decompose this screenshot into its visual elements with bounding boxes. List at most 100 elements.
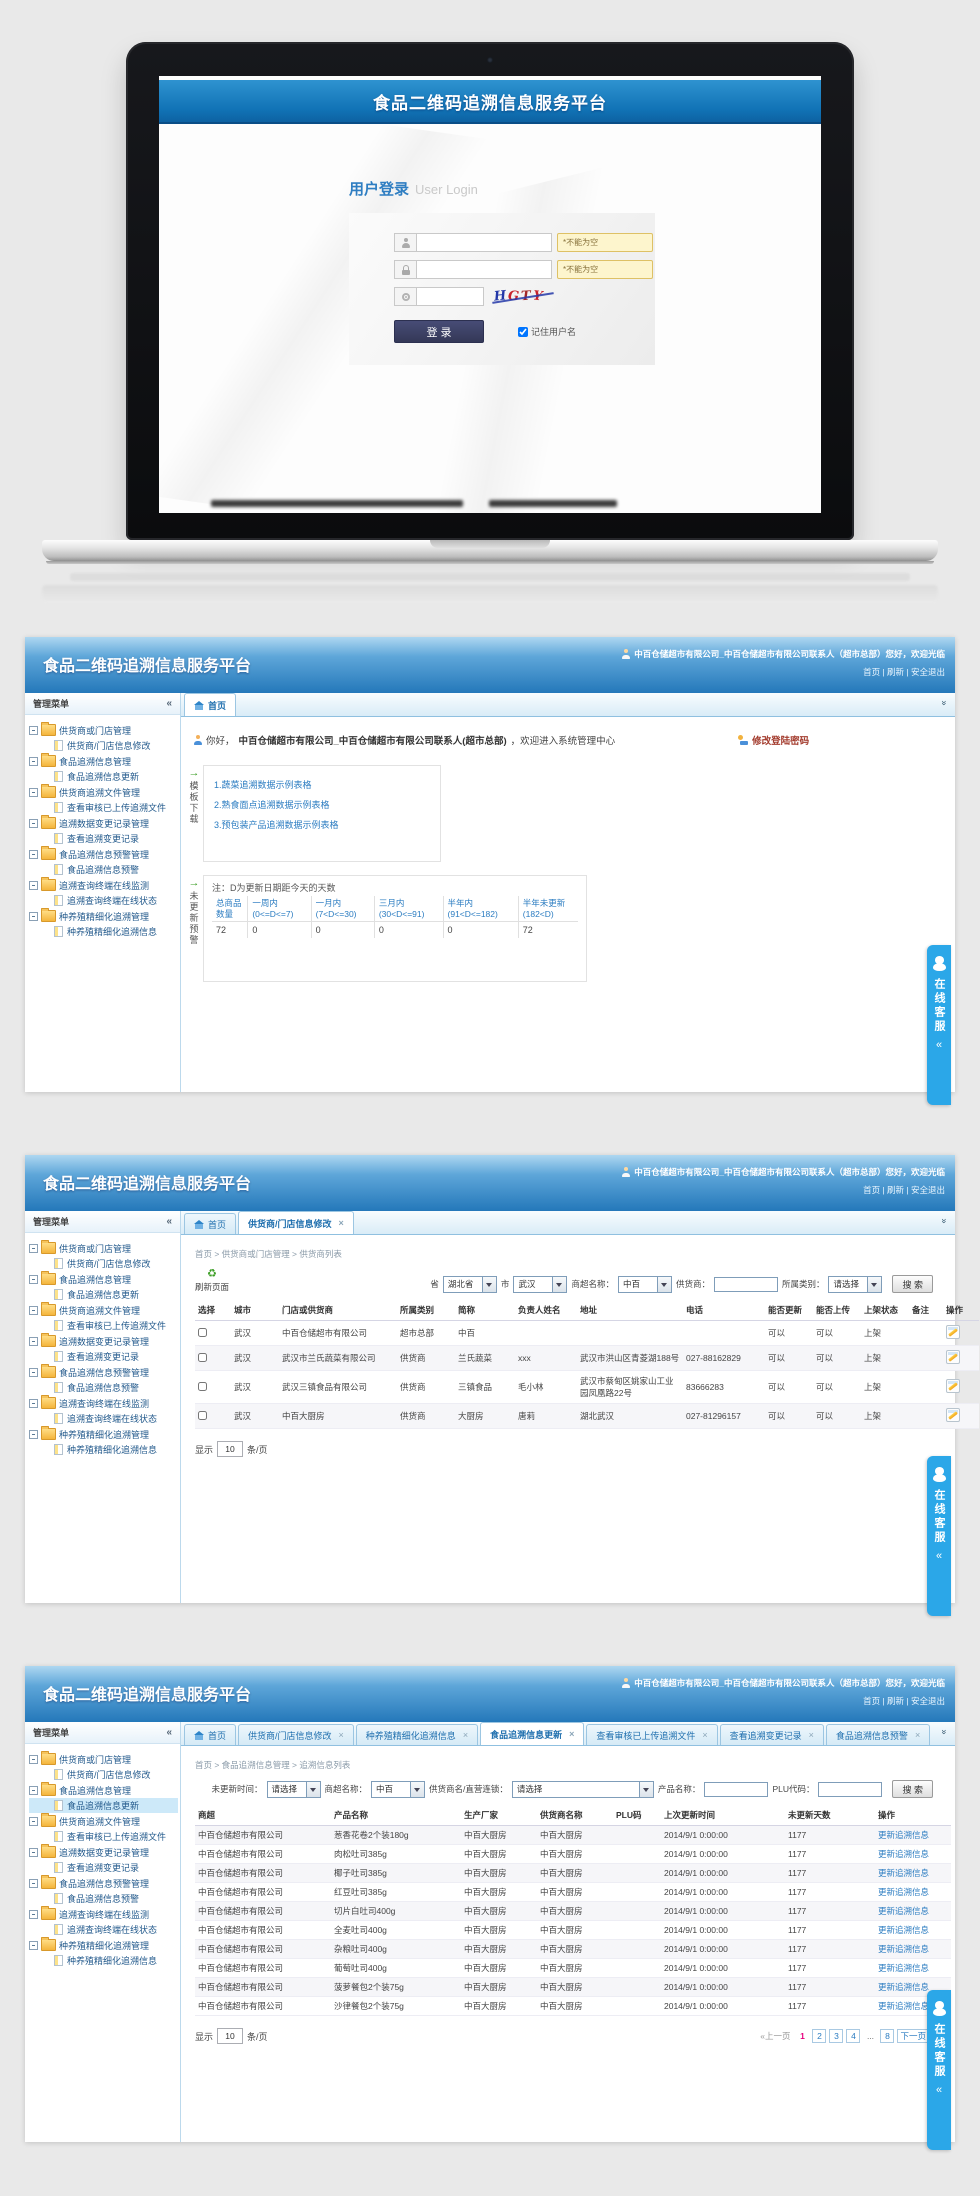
sidebar-group[interactable]: 食品追溯信息管理 [29,753,178,769]
sidebar-group[interactable]: 食品追溯信息预警管理 [29,846,178,862]
update-trace-link[interactable]: 更新追溯信息 [878,1868,929,1878]
sidebar-item[interactable]: 追溯查询终端在线状态 [29,893,178,908]
sidebar-group[interactable]: 供货商追溯文件管理 [29,1302,178,1318]
tab-item[interactable]: 查看追溯变更记录× [720,1724,824,1745]
sidebar-group[interactable]: 供货商追溯文件管理 [29,1813,178,1829]
tabbar-collapse-icon[interactable]: » [939,700,949,705]
refresh-button[interactable]: ♻ 刷新页面 [195,1269,229,1293]
tab-item[interactable]: 首页 [184,1213,236,1234]
row-checkbox[interactable] [198,1411,207,1420]
page-size-input[interactable]: 10 [217,1441,243,1457]
update-trace-link[interactable]: 更新追溯信息 [878,1944,929,1954]
page-button[interactable]: 2 [812,2029,826,2043]
tab-item[interactable]: 食品追溯信息更新× [480,1722,584,1745]
sidebar-group[interactable]: 追溯数据变更记录管理 [29,1333,178,1349]
sidebar-item[interactable]: 追溯查询终端在线状态 [29,1922,178,1937]
expand-icon[interactable] [29,912,38,921]
search-button[interactable]: 搜 索 [892,1275,933,1293]
tab-close-icon[interactable]: × [339,1730,344,1740]
tab-item[interactable]: 供货商/门店信息修改× [238,1724,354,1745]
password-input[interactable] [416,260,552,279]
tab-close-icon[interactable]: × [702,1730,707,1740]
header-nav-links[interactable]: 首页 | 刷新 | 安全退出 [621,1184,945,1196]
remember-username-checkbox[interactable] [518,327,528,337]
expand-icon[interactable] [29,788,38,797]
expand-icon[interactable] [29,1368,38,1377]
row-checkbox[interactable] [198,1382,207,1391]
expand-icon[interactable] [29,1941,38,1950]
expand-icon[interactable] [29,1399,38,1408]
sidebar-item[interactable]: 食品追溯信息更新 [29,1287,178,1302]
edit-icon[interactable] [946,1408,960,1422]
filter-input[interactable] [714,1277,778,1292]
sidebar-item[interactable]: 查看审核已上传追溯文件 [29,1829,178,1844]
filter-select[interactable]: 请选择 [267,1781,321,1798]
expand-icon[interactable] [29,1430,38,1439]
tab-item[interactable]: 首页 [184,693,236,716]
previous-page-button[interactable]: «上一页 [760,2030,790,2042]
update-trace-link[interactable]: 更新追溯信息 [878,1830,929,1840]
filter-select[interactable]: 武汉 [513,1276,567,1293]
update-trace-link[interactable]: 更新追溯信息 [878,1982,929,1992]
tab-item[interactable]: 供货商/门店信息修改× [238,1211,354,1234]
tab-item[interactable]: 首页 [184,1724,236,1745]
edit-icon[interactable] [946,1350,960,1364]
header-nav-links[interactable]: 首页 | 刷新 | 安全退出 [621,1695,945,1707]
expand-icon[interactable] [29,1817,38,1826]
sidebar-item[interactable]: 种养殖精细化追溯信息 [29,1442,178,1457]
expand-icon[interactable] [29,1337,38,1346]
sidebar-item[interactable]: 查看审核已上传追溯文件 [29,1318,178,1333]
sidebar-item[interactable]: 追溯查询终端在线状态 [29,1411,178,1426]
tab-close-icon[interactable]: × [809,1730,814,1740]
captcha-input[interactable] [416,287,484,306]
update-trace-link[interactable]: 更新追溯信息 [878,1849,929,1859]
sidebar-group[interactable]: 种养殖精细化追溯管理 [29,1937,178,1953]
sidebar-group[interactable]: 食品追溯信息管理 [29,1782,178,1798]
expand-icon[interactable] [29,1910,38,1919]
expand-icon[interactable] [29,881,38,890]
change-password-link[interactable]: 修改登陆密码 [737,733,809,747]
expand-icon[interactable] [29,819,38,828]
sidebar-group[interactable]: 食品追溯信息预警管理 [29,1364,178,1380]
template-link[interactable]: 1.蔬菜追溯数据示例表格 [214,778,430,791]
tab-item[interactable]: 种养殖精细化追溯信息× [356,1724,478,1745]
online-service-tab[interactable]: 在线客服 « [927,1990,951,2150]
sidebar-collapse-icon[interactable]: « [166,1727,172,1738]
tab-item[interactable]: 查看审核已上传追溯文件× [586,1724,717,1745]
sidebar-item[interactable]: 食品追溯信息预警 [29,1891,178,1906]
row-checkbox[interactable] [198,1328,207,1337]
sidebar-group[interactable]: 追溯查询终端在线监测 [29,1906,178,1922]
expand-icon[interactable] [29,757,38,766]
sidebar-item[interactable]: 查看追溯变更记录 [29,1860,178,1875]
online-service-tab[interactable]: 在线客服 « [927,945,951,1105]
tab-close-icon[interactable]: × [339,1218,344,1228]
filter-select[interactable]: 中百 [371,1781,425,1798]
filter-select[interactable]: 请选择 [828,1276,882,1293]
tabbar-collapse-icon[interactable]: » [939,1729,949,1734]
sidebar-collapse-icon[interactable]: « [166,698,172,709]
edit-icon[interactable] [946,1325,960,1339]
filter-input[interactable] [818,1782,882,1797]
sidebar-item[interactable]: 种养殖精细化追溯信息 [29,924,178,939]
tab-item[interactable]: 食品追溯信息预警× [826,1724,930,1745]
template-link[interactable]: 2.熟食面点追溯数据示例表格 [214,798,430,811]
warning-strip[interactable]: → 未更新预警 [185,875,203,982]
sidebar-item[interactable]: 查看追溯变更记录 [29,1349,178,1364]
sidebar-group[interactable]: 追溯查询终端在线监测 [29,1395,178,1411]
sidebar-group[interactable]: 食品追溯信息管理 [29,1271,178,1287]
sidebar-group[interactable]: 供货商追溯文件管理 [29,784,178,800]
next-page-button[interactable]: 下一页 [897,2029,929,2043]
sidebar-item[interactable]: 食品追溯信息预警 [29,862,178,877]
template-link[interactable]: 3.预包装产品追溯数据示例表格 [214,818,430,831]
expand-icon[interactable] [29,1786,38,1795]
expand-icon[interactable] [29,726,38,735]
page-button[interactable]: 1 [795,2029,809,2043]
sidebar-item[interactable]: 供货商/门店信息修改 [29,1767,178,1782]
expand-icon[interactable] [29,850,38,859]
update-trace-link[interactable]: 更新追溯信息 [878,1963,929,1973]
search-button[interactable]: 搜 索 [892,1780,933,1798]
expand-icon[interactable] [29,1306,38,1315]
expand-icon[interactable] [29,1755,38,1764]
tabbar-collapse-icon[interactable]: » [939,1218,949,1223]
tab-close-icon[interactable]: × [915,1730,920,1740]
